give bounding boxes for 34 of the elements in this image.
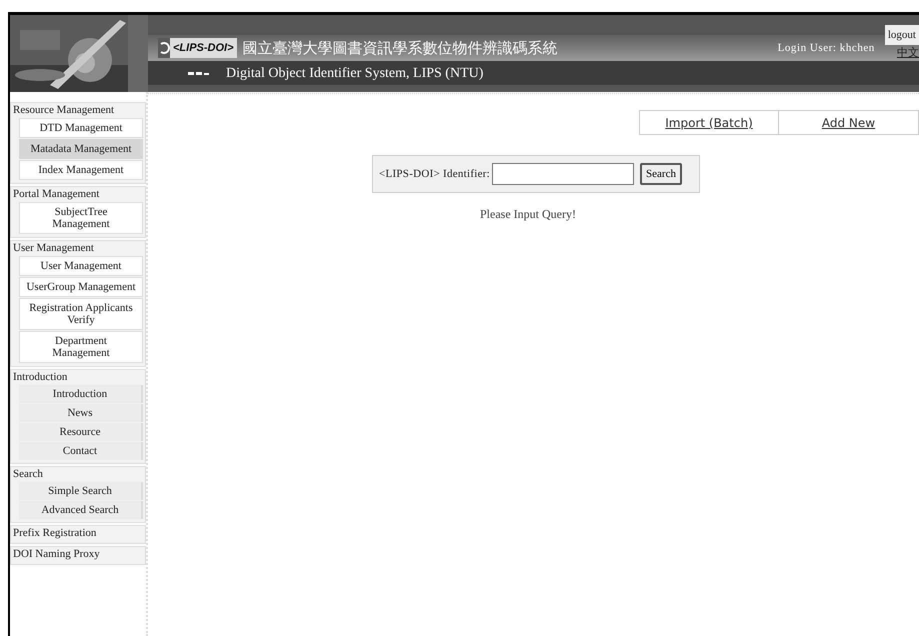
site-subtitle: Digital Object Identifier System, LIPS (NTU): [226, 64, 484, 82]
logo: <LIPS-DOI>: [170, 38, 237, 58]
menu-item[interactable]: Resource: [19, 423, 143, 441]
menu-item[interactable]: UserGroup Management: [19, 277, 143, 297]
menu-item[interactable]: Department Management: [19, 331, 143, 363]
logout-button[interactable]: logout: [884, 25, 919, 45]
menu-item[interactable]: Introduction: [19, 385, 143, 403]
menu-group-title[interactable]: Search: [11, 467, 145, 482]
language-link[interactable]: 中文: [897, 45, 919, 62]
menu-group-title[interactable]: Resource Management: [11, 103, 145, 118]
action-link[interactable]: Add New: [779, 110, 919, 135]
menu-group-title[interactable]: Portal Management: [11, 187, 145, 202]
menu-group-title[interactable]: DOI Naming Proxy: [11, 547, 145, 562]
dashes-icon: [188, 70, 210, 76]
search-button[interactable]: Search: [640, 163, 682, 185]
identifier-field[interactable]: [492, 163, 634, 185]
site-title: 國立臺灣大學圖書資訊學系數位物件辨識碼系統: [242, 38, 558, 59]
menu-item[interactable]: Simple Search: [19, 482, 143, 500]
status-message: Please Input Query!: [480, 206, 577, 223]
action-link[interactable]: Import (Batch): [639, 110, 779, 135]
identifier-label: <LIPS-DOI> Identifier:: [379, 166, 490, 182]
login-user: Login User: khchen: [778, 40, 875, 56]
menu-item[interactable]: Advanced Search: [19, 501, 143, 519]
menu-item[interactable]: DTD Management: [19, 118, 143, 138]
menu-group-title[interactable]: Prefix Registration: [11, 526, 145, 541]
menu-item[interactable]: Registration Applicants Verify: [19, 298, 143, 330]
menu-item[interactable]: Matadata Management: [19, 139, 143, 159]
menu-item[interactable]: SubjectTree Management: [19, 202, 143, 234]
menu-item[interactable]: Index Management: [19, 160, 143, 180]
menu-group-title[interactable]: Introduction: [11, 370, 145, 385]
menu-item[interactable]: User Management: [19, 256, 143, 276]
menu-item[interactable]: News: [19, 404, 143, 422]
menu-group-title[interactable]: User Management: [11, 241, 145, 256]
menu-item[interactable]: Contact: [19, 442, 143, 460]
